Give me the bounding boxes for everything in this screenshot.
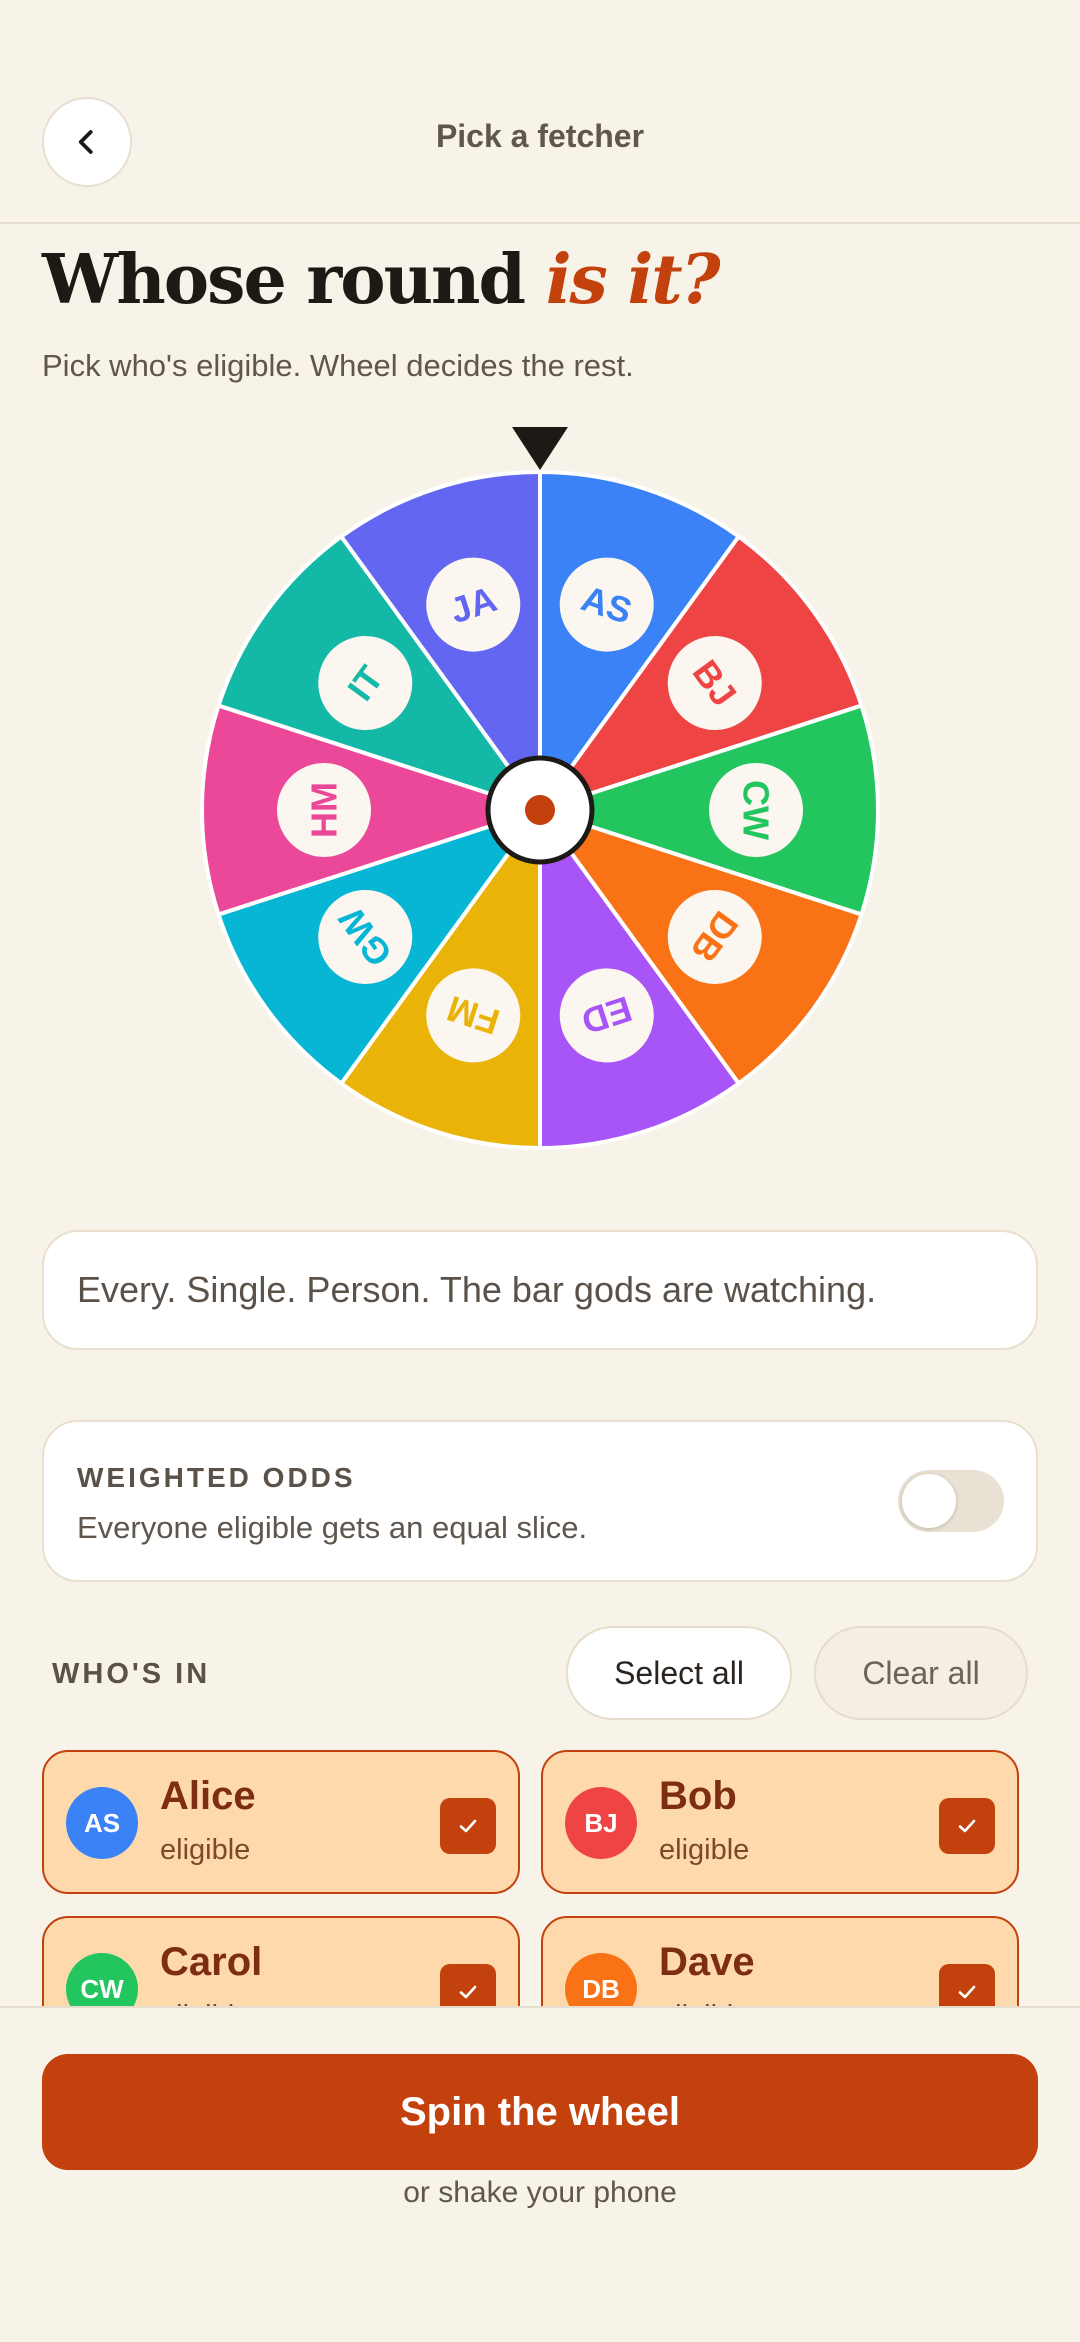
person-checkbox[interactable]	[440, 1964, 496, 2008]
person-checkbox[interactable]	[939, 1798, 995, 1854]
weighted-odds-description: Everyone eligible gets an equal slice.	[77, 1510, 588, 1545]
whos-in-label: WHO'S IN	[52, 1658, 211, 1690]
title-accent: is it?	[545, 240, 721, 320]
person-name: Dave	[659, 1940, 755, 1984]
svg-text:HM: HM	[304, 782, 345, 838]
check-icon	[459, 1985, 477, 1999]
wheel-graphic[interactable]: ASBJCWDBEDFMGWHMITJA	[200, 424, 880, 1154]
person-card-bob[interactable]: BJ Bob eligible	[541, 1750, 1019, 1894]
page-subtitle: Pick who's eligible. Wheel decides the r…	[42, 348, 634, 383]
weighted-odds-card: WEIGHTED ODDS Everyone eligible gets an …	[42, 1420, 1038, 1582]
person-card-carol[interactable]: CW Carol eligible	[42, 1916, 520, 2008]
wheel-segment-label: HM	[277, 763, 371, 857]
page-title: Whose round is it?	[42, 240, 721, 320]
triangle-down-icon	[512, 427, 568, 470]
check-icon	[958, 1985, 976, 1999]
bottom-action-bar: Spin the wheel or shake your phone	[0, 2006, 1080, 2342]
clear-all-button[interactable]: Clear all	[814, 1626, 1028, 1720]
person-card-dave[interactable]: DB Dave eligible	[541, 1916, 1019, 2008]
check-icon	[459, 1819, 477, 1833]
person-name: Carol	[160, 1940, 263, 1984]
wheel[interactable]: AS BJ CW DB ED FM GW HM IT JA	[200, 424, 880, 1154]
person-checkbox[interactable]	[440, 1798, 496, 1854]
people-grid: AS Alice eligible BJ Bob eligible CW Car…	[0, 1740, 1080, 2008]
avatar: AS	[66, 1787, 138, 1859]
person-name: Alice	[160, 1774, 256, 1818]
avatar: BJ	[565, 1787, 637, 1859]
select-all-button[interactable]: Select all	[566, 1626, 792, 1720]
shake-hint: or shake your phone	[403, 2176, 677, 2209]
title-main: Whose round	[42, 240, 526, 320]
weighted-odds-title: WEIGHTED ODDS	[77, 1462, 356, 1493]
check-icon	[958, 1819, 976, 1833]
wheel-hub-dot	[525, 795, 555, 825]
avatar: CW	[66, 1953, 138, 2008]
avatar: DB	[565, 1953, 637, 2008]
wheel-segment-label: CW	[709, 763, 803, 857]
quote-card: Every. Single. Person. The bar gods are …	[42, 1230, 1038, 1350]
person-name: Bob	[659, 1774, 737, 1818]
person-checkbox[interactable]	[939, 1964, 995, 2008]
quote-text: Every. Single. Person. The bar gods are …	[77, 1269, 877, 1310]
toggle-knob	[902, 1474, 956, 1528]
svg-text:CW: CW	[736, 780, 777, 840]
spin-button[interactable]: Spin the wheel	[42, 2054, 1038, 2170]
top-bar: Pick a fetcher	[0, 0, 1080, 224]
header-title: Pick a fetcher	[435, 118, 645, 154]
person-card-alice[interactable]: AS Alice eligible	[42, 1750, 520, 1894]
person-status: eligible	[659, 1834, 750, 1866]
person-status: eligible	[160, 1834, 251, 1866]
weighted-odds-toggle[interactable]	[898, 1470, 1004, 1532]
